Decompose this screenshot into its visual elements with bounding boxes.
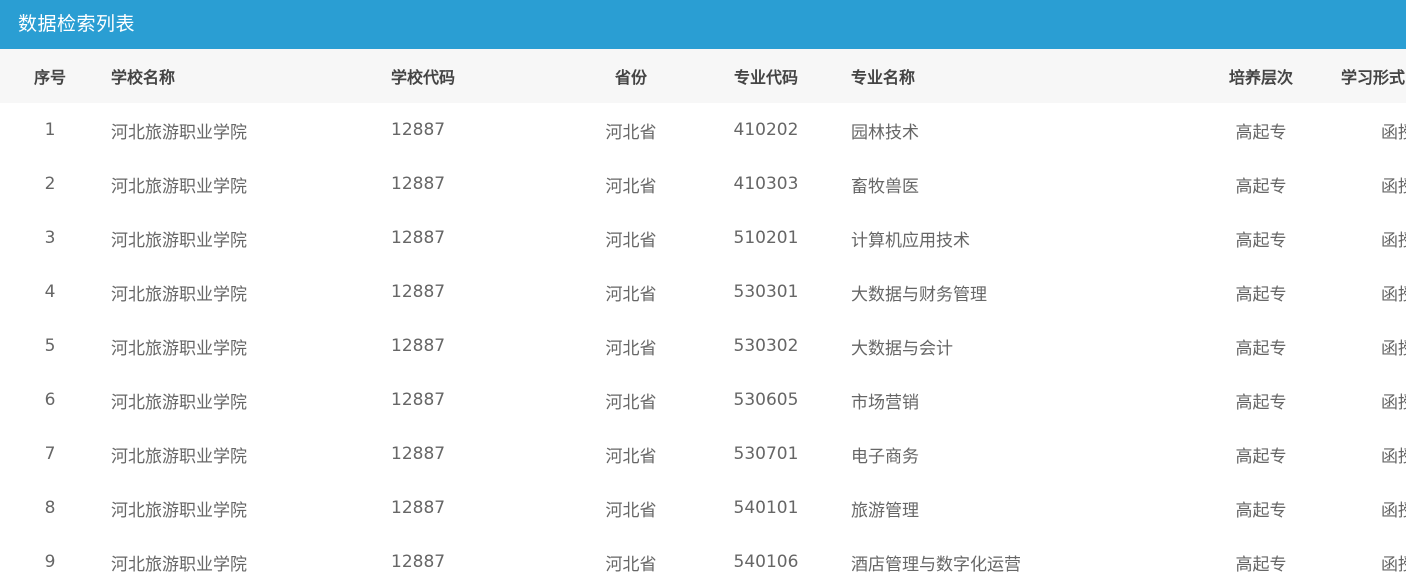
- cell-no: 2: [44, 174, 56, 194]
- cell-major-code: 540101: [733, 498, 799, 518]
- cell-major-code: 410202: [733, 120, 799, 140]
- cell-school-name: 河北旅游职业学院: [111, 122, 247, 143]
- cell-major-name: 电子商务: [851, 446, 919, 467]
- cell-major-name: 大数据与财务管理: [851, 284, 987, 305]
- results-table: 序号 学校名称 学校代码 省份 专业代码 专业名称 培养层次 学习形式 1 河北…: [0, 49, 1406, 585]
- cell-level: 高起专: [1235, 446, 1287, 467]
- column-header-study-mode: 学习形式: [1341, 68, 1406, 87]
- cell-level: 高起专: [1235, 554, 1287, 575]
- cell-no: 4: [44, 282, 56, 302]
- cell-level: 高起专: [1235, 176, 1287, 197]
- cell-school-code: 12887: [391, 390, 446, 410]
- cell-school-name: 河北旅游职业学院: [111, 284, 247, 305]
- cell-study-mode: 函授: [1381, 446, 1406, 467]
- column-header-no: 序号: [33, 68, 66, 87]
- column-header-major-name: 专业名称: [851, 68, 916, 87]
- cell-school-name: 河北旅游职业学院: [111, 230, 247, 251]
- cell-major-name: 园林技术: [851, 122, 919, 143]
- cell-major-code: 530605: [733, 390, 799, 410]
- cell-major-name: 市场营销: [851, 392, 919, 413]
- cell-major-code: 530701: [733, 444, 799, 464]
- table-row: 3 河北旅游职业学院 12887 河北省 510201 计算机应用技术 高起专 …: [0, 211, 1406, 265]
- cell-no: 1: [44, 120, 56, 140]
- cell-school-name: 河北旅游职业学院: [111, 554, 247, 575]
- cell-school-code: 12887: [391, 552, 446, 572]
- cell-school-name: 河北旅游职业学院: [111, 338, 247, 359]
- cell-study-mode: 函授: [1381, 500, 1406, 521]
- cell-province: 河北省: [605, 230, 657, 251]
- cell-no: 8: [44, 498, 56, 518]
- search-results-panel: 数据检索列表 序号 学校名称 学校代码 省份 专业代码 专业名称 培养层次 学习…: [0, 0, 1406, 585]
- cell-no: 7: [44, 444, 56, 464]
- cell-major-name: 大数据与会计: [851, 338, 953, 359]
- cell-study-mode: 函授: [1381, 284, 1406, 305]
- cell-no: 5: [44, 336, 56, 356]
- cell-major-code: 530301: [733, 282, 799, 302]
- column-header-school-code: 学校代码: [391, 68, 456, 87]
- table-row: 7 河北旅游职业学院 12887 河北省 530701 电子商务 高起专 函授: [0, 427, 1406, 481]
- cell-level: 高起专: [1235, 230, 1287, 251]
- table-body: 1 河北旅游职业学院 12887 河北省 410202 园林技术 高起专 函授 …: [0, 103, 1406, 585]
- cell-no: 3: [44, 228, 56, 248]
- column-header-major-code: 专业代码: [733, 68, 798, 87]
- table-row: 1 河北旅游职业学院 12887 河北省 410202 园林技术 高起专 函授: [0, 103, 1406, 157]
- cell-province: 河北省: [605, 122, 657, 143]
- cell-major-name: 畜牧兽医: [851, 176, 919, 197]
- panel-title: 数据检索列表: [0, 0, 1406, 49]
- cell-school-code: 12887: [391, 336, 446, 356]
- column-header-level: 培养层次: [1228, 68, 1293, 87]
- column-header-school-name: 学校名称: [111, 68, 176, 87]
- cell-study-mode: 函授: [1381, 392, 1406, 413]
- column-header-province: 省份: [614, 68, 647, 87]
- table-row: 2 河北旅游职业学院 12887 河北省 410303 畜牧兽医 高起专 函授: [0, 157, 1406, 211]
- cell-major-code: 410303: [733, 174, 799, 194]
- table-header-row: 序号 学校名称 学校代码 省份 专业代码 专业名称 培养层次 学习形式: [0, 49, 1406, 103]
- cell-school-name: 河北旅游职业学院: [111, 500, 247, 521]
- table-row: 9 河北旅游职业学院 12887 河北省 540106 酒店管理与数字化运营 高…: [0, 535, 1406, 585]
- cell-province: 河北省: [605, 338, 657, 359]
- cell-major-code: 510201: [733, 228, 799, 248]
- table-row: 4 河北旅游职业学院 12887 河北省 530301 大数据与财务管理 高起专…: [0, 265, 1406, 319]
- cell-school-code: 12887: [391, 498, 446, 518]
- cell-no: 6: [44, 390, 56, 410]
- cell-school-code: 12887: [391, 120, 446, 140]
- cell-major-name: 旅游管理: [851, 500, 919, 521]
- cell-level: 高起专: [1235, 338, 1287, 359]
- cell-study-mode: 函授: [1381, 554, 1406, 575]
- cell-level: 高起专: [1235, 284, 1287, 305]
- cell-major-code: 530302: [733, 336, 799, 356]
- cell-school-name: 河北旅游职业学院: [111, 392, 247, 413]
- table-header: 序号 学校名称 学校代码 省份 专业代码 专业名称 培养层次 学习形式: [0, 49, 1406, 103]
- cell-level: 高起专: [1235, 392, 1287, 413]
- cell-school-code: 12887: [391, 228, 446, 248]
- table-row: 8 河北旅游职业学院 12887 河北省 540101 旅游管理 高起专 函授: [0, 481, 1406, 535]
- cell-school-code: 12887: [391, 444, 446, 464]
- table-row: 5 河北旅游职业学院 12887 河北省 530302 大数据与会计 高起专 函…: [0, 319, 1406, 373]
- cell-study-mode: 函授: [1381, 176, 1406, 197]
- cell-school-code: 12887: [391, 282, 446, 302]
- cell-no: 9: [44, 552, 56, 572]
- cell-major-name: 计算机应用技术: [851, 230, 970, 251]
- cell-study-mode: 函授: [1381, 338, 1406, 359]
- cell-province: 河北省: [605, 284, 657, 305]
- cell-study-mode: 函授: [1381, 230, 1406, 251]
- cell-major-name: 酒店管理与数字化运营: [851, 554, 1021, 575]
- cell-school-code: 12887: [391, 174, 446, 194]
- cell-province: 河北省: [605, 392, 657, 413]
- cell-province: 河北省: [605, 500, 657, 521]
- cell-level: 高起专: [1235, 500, 1287, 521]
- cell-school-name: 河北旅游职业学院: [111, 176, 247, 197]
- table-row: 6 河北旅游职业学院 12887 河北省 530605 市场营销 高起专 函授: [0, 373, 1406, 427]
- cell-level: 高起专: [1235, 122, 1287, 143]
- cell-major-code: 540106: [733, 552, 799, 572]
- cell-study-mode: 函授: [1381, 122, 1406, 143]
- cell-province: 河北省: [605, 176, 657, 197]
- cell-province: 河北省: [605, 446, 657, 467]
- cell-province: 河北省: [605, 554, 657, 575]
- cell-school-name: 河北旅游职业学院: [111, 446, 247, 467]
